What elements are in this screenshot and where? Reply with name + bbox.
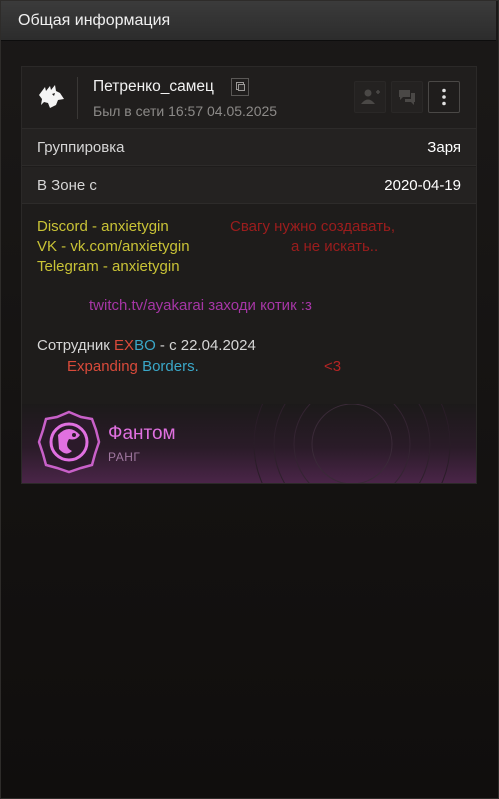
bio-heart: <3 (324, 358, 342, 375)
expanding-word: Expanding (67, 358, 143, 375)
player-nickname: Петренко_самец (93, 78, 214, 95)
zone-since-row: В Зоне с 2020-04-19 (22, 167, 476, 204)
borders-word: Borders (142, 358, 195, 375)
last-online-status: Был в сети 16:57 04.05.2025 (93, 103, 278, 119)
chat-button[interactable] (391, 81, 423, 113)
window-title: Общая информация (18, 12, 171, 29)
profile-header: Петренко_самец Был в сети 16:57 04.05.20… (22, 67, 476, 129)
chat-icon (399, 90, 415, 105)
rank-subtitle: РАНГ (108, 450, 141, 464)
exbo-ex: EX (114, 337, 135, 354)
vertical-divider (77, 77, 78, 119)
copy-icon[interactable] (231, 78, 249, 96)
rank-title: Фантом (108, 423, 176, 444)
more-options-button[interactable] (428, 81, 460, 113)
bio-twitch: twitch.tv/ayakarai заходи котик :з (89, 297, 312, 314)
faction-row: Группировка Заря (22, 129, 476, 166)
bio-employee-line: Сотрудник EXBO - с 22.04.2024 (37, 337, 256, 354)
employee-suffix: - с 22.04.2024 (155, 337, 256, 354)
profile-card: Петренко_самец Был в сети 16:57 04.05.20… (21, 66, 477, 484)
copy-icon-glyph (236, 82, 245, 91)
more-vertical-icon (442, 88, 446, 106)
bio-quote-line-1: Свагу нужно создавать, (230, 218, 396, 235)
add-friend-button[interactable] (354, 81, 386, 113)
bio-discord: Discord - anxietygin (37, 218, 169, 235)
window-header: Общая информация (1, 1, 496, 41)
faction-label: Группировка (37, 139, 125, 156)
exbo-bo: BO (134, 337, 156, 354)
borders-dot: . (194, 358, 199, 375)
wolf-emblem-icon (39, 85, 64, 108)
employee-prefix: Сотрудник (37, 337, 115, 354)
zone-since-label: В Зоне с (37, 177, 97, 194)
bio-vk: VK - vk.com/anxietygin (37, 238, 190, 255)
zone-since-value: 2020-04-19 (384, 177, 461, 194)
bio-quote-line-2: а не искать.. (291, 238, 379, 255)
add-friend-icon (361, 89, 380, 104)
bio-expanding-borders: Expanding Borders. (67, 358, 199, 375)
bio-telegram: Telegram - anxietygin (37, 258, 180, 275)
phantom-rank-emblem-icon (37, 410, 101, 474)
faction-value: Заря (427, 139, 461, 156)
bio-text: Discord - anxietygin VK - vk.com/anxiety… (22, 205, 476, 405)
rank-banner: Фантом РАНГ (22, 404, 476, 483)
